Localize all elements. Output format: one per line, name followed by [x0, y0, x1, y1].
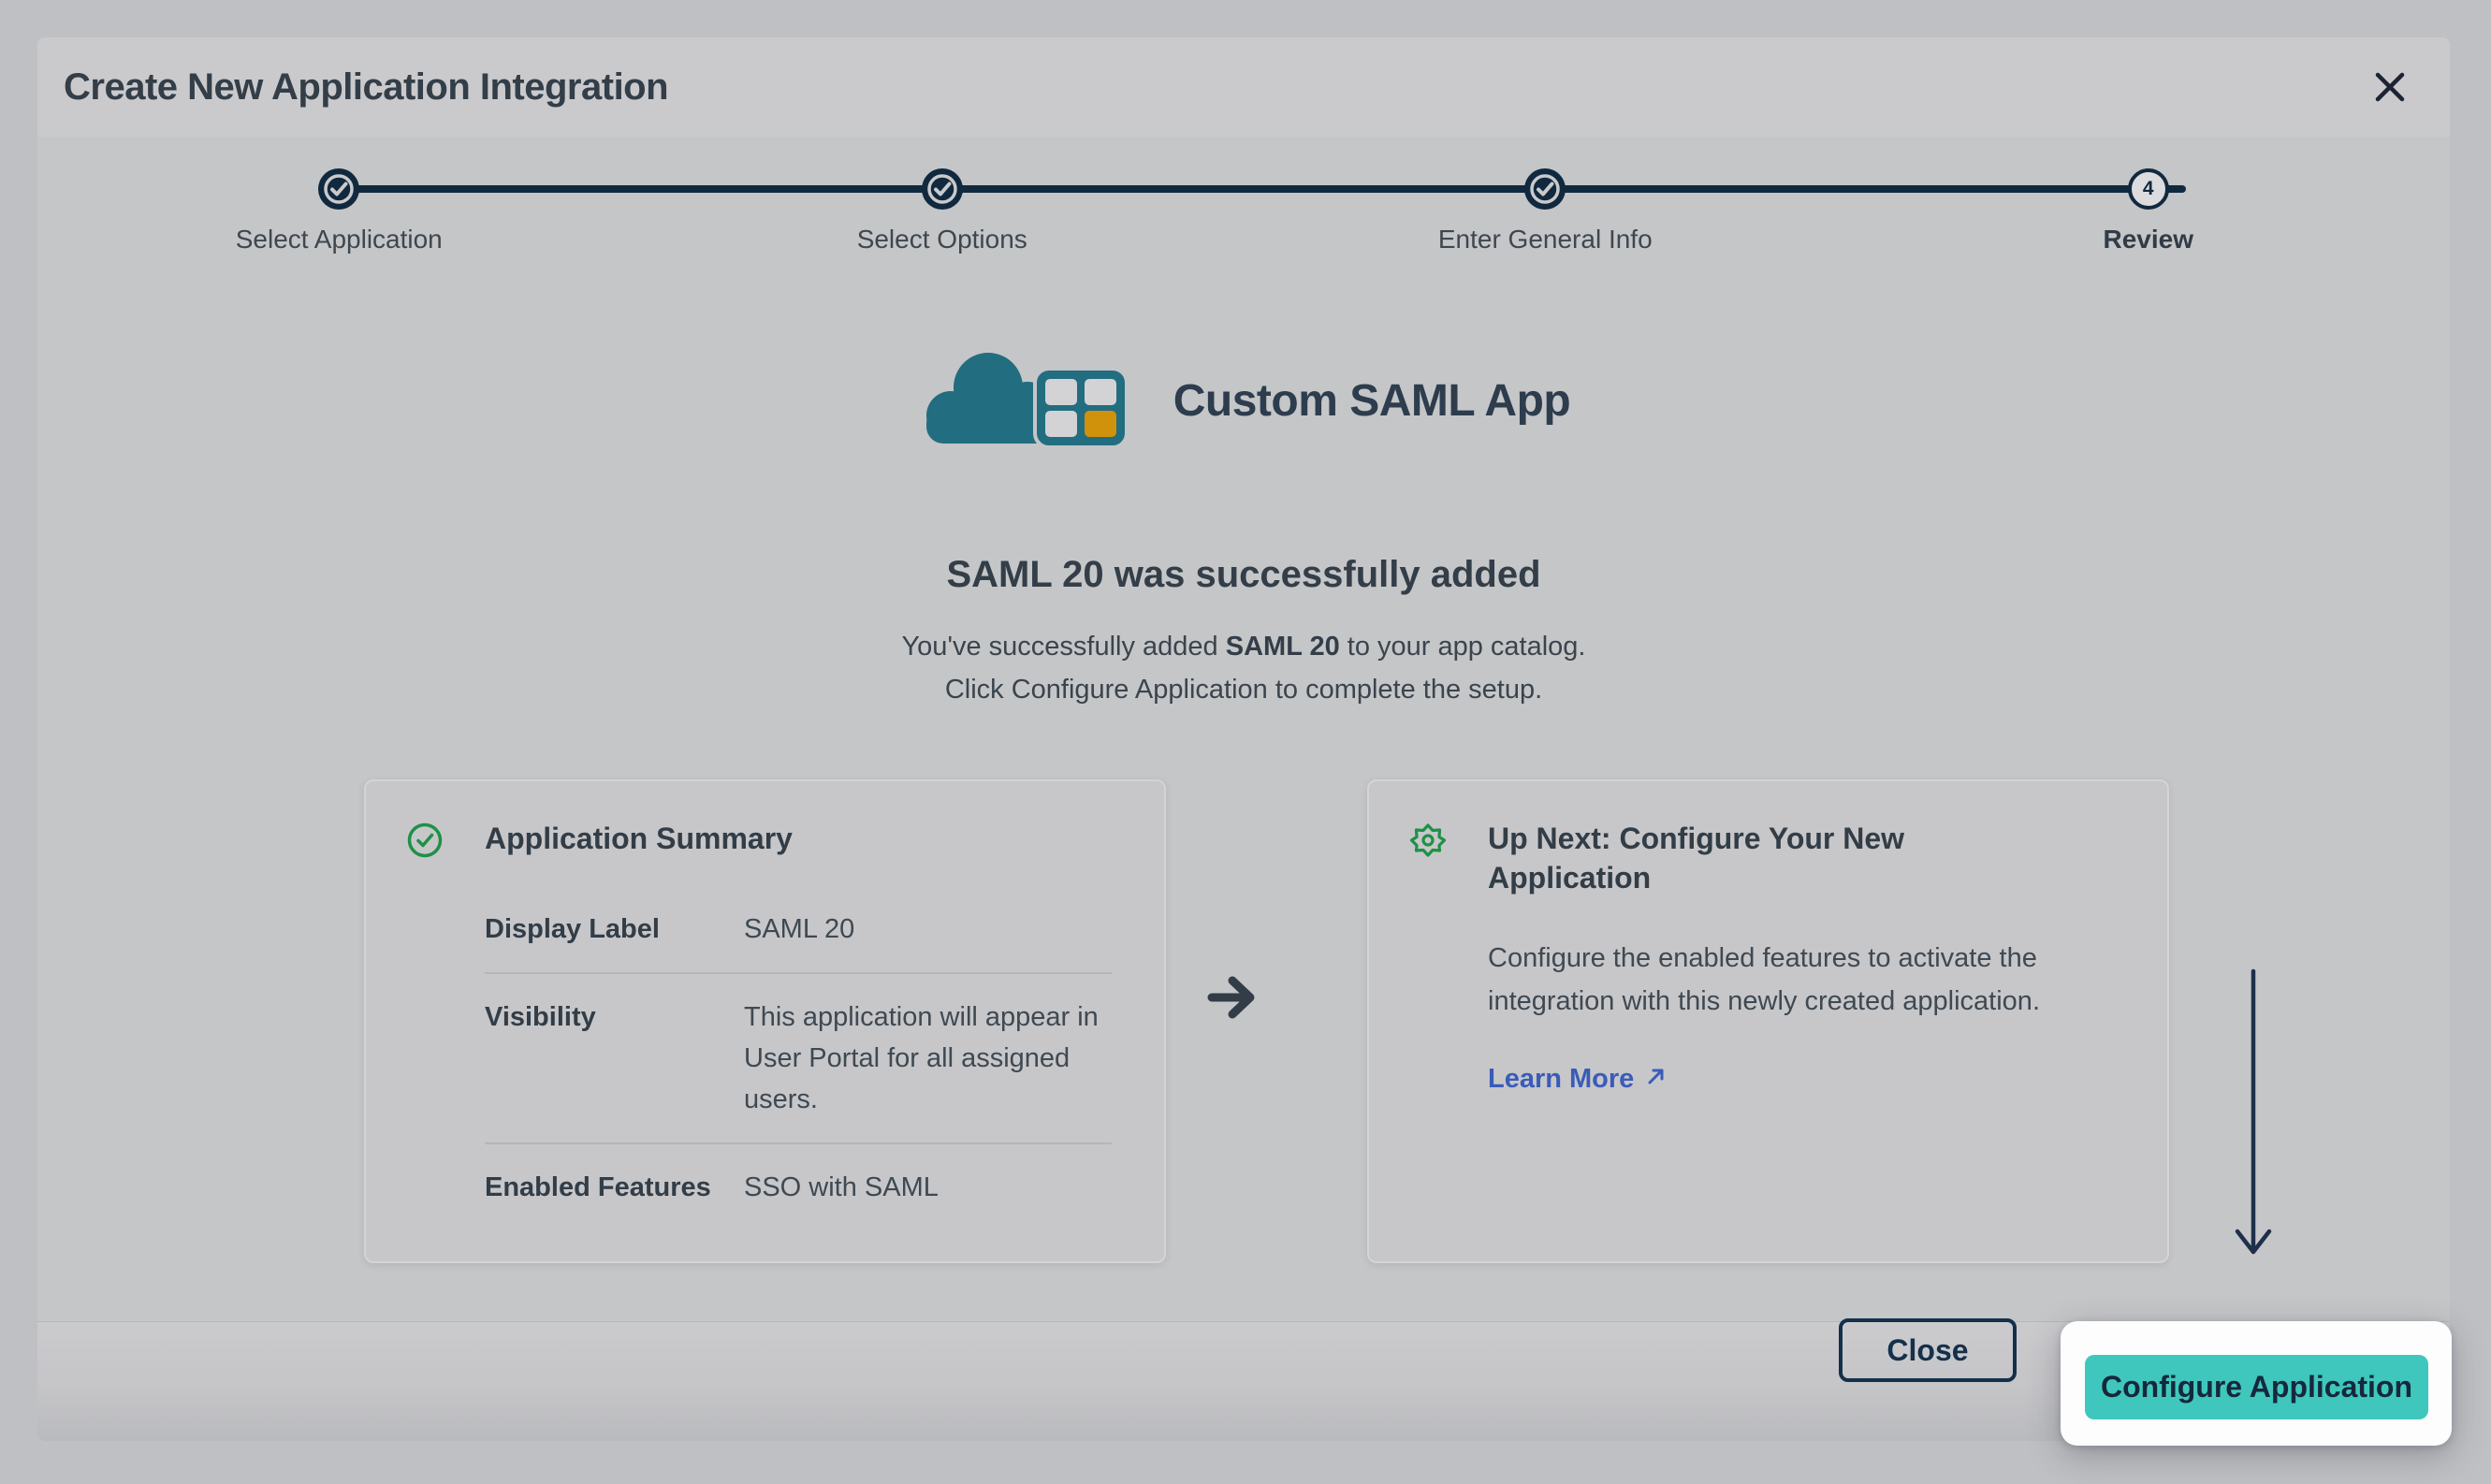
step-complete-check-icon — [1524, 168, 1566, 210]
success-line-2: Click Configure Application to complete … — [37, 668, 2450, 711]
close-modal-button[interactable]: Close — [1839, 1318, 2017, 1382]
step-enter-general-info[interactable]: Enter General Info — [1244, 168, 1847, 255]
summary-row-display-label: Display Label SAML 20 — [485, 886, 1112, 972]
up-next-card: Up Next: Configure Your New Application … — [1367, 779, 2169, 1263]
step-label: Review — [2104, 225, 2194, 255]
step-select-options[interactable]: Select Options — [641, 168, 1245, 255]
row-value: This application will appear in User Por… — [744, 997, 1112, 1120]
row-label: Enabled Features — [485, 1167, 744, 1208]
next-card-description: Configure the enabled features to activa… — [1488, 937, 2087, 1023]
custom-saml-app-logo-icon — [917, 348, 1142, 454]
application-summary-card: Application Summary Display Label SAML 2… — [364, 779, 1166, 1263]
row-label: Display Label — [485, 909, 744, 950]
step-label: Select Options — [857, 225, 1027, 255]
step-select-application[interactable]: Select Application — [37, 168, 641, 255]
row-value: SSO with SAML — [744, 1167, 1112, 1208]
gear-icon — [1410, 822, 1446, 858]
step-complete-check-icon — [922, 168, 963, 210]
brand-name: Custom SAML App — [1173, 375, 1570, 427]
step-number-badge: 4 — [2128, 168, 2169, 210]
step-complete-check-icon — [318, 168, 359, 210]
success-line-1: You've successfully added SAML 20 to you… — [37, 625, 2450, 668]
arrow-right-icon — [1205, 968, 1263, 1026]
create-app-integration-modal: Create New Application Integration — [37, 37, 2450, 1441]
screen: Create New Application Integration — [0, 0, 2491, 1484]
wizard-stepper: Select Application Select Options — [37, 37, 2450, 281]
arrow-down-icon — [2225, 968, 2281, 1276]
summary-row-visibility: Visibility This application will appear … — [485, 974, 1112, 1142]
brand-row: Custom SAML App — [37, 346, 2450, 455]
row-label: Visibility — [485, 997, 744, 1120]
learn-more-link[interactable]: Learn More — [1488, 1064, 1668, 1095]
summary-row-enabled-features: Enabled Features SSO with SAML — [485, 1144, 1112, 1230]
step-label: Enter General Info — [1438, 225, 1653, 255]
card-title: Application Summary — [485, 819, 1112, 858]
success-heading: SAML 20 was successfully added — [37, 554, 2450, 596]
external-link-icon — [1645, 1064, 1668, 1095]
success-subtext: You've successfully added SAML 20 to you… — [37, 625, 2450, 711]
configure-application-button[interactable]: Configure Application — [2085, 1355, 2428, 1419]
card-title: Up Next: Configure Your New Application — [1488, 819, 2012, 897]
step-review[interactable]: 4 Review — [1847, 168, 2451, 255]
step-label: Select Application — [236, 225, 443, 255]
row-value: SAML 20 — [744, 909, 1112, 950]
check-circle-icon — [407, 822, 443, 858]
